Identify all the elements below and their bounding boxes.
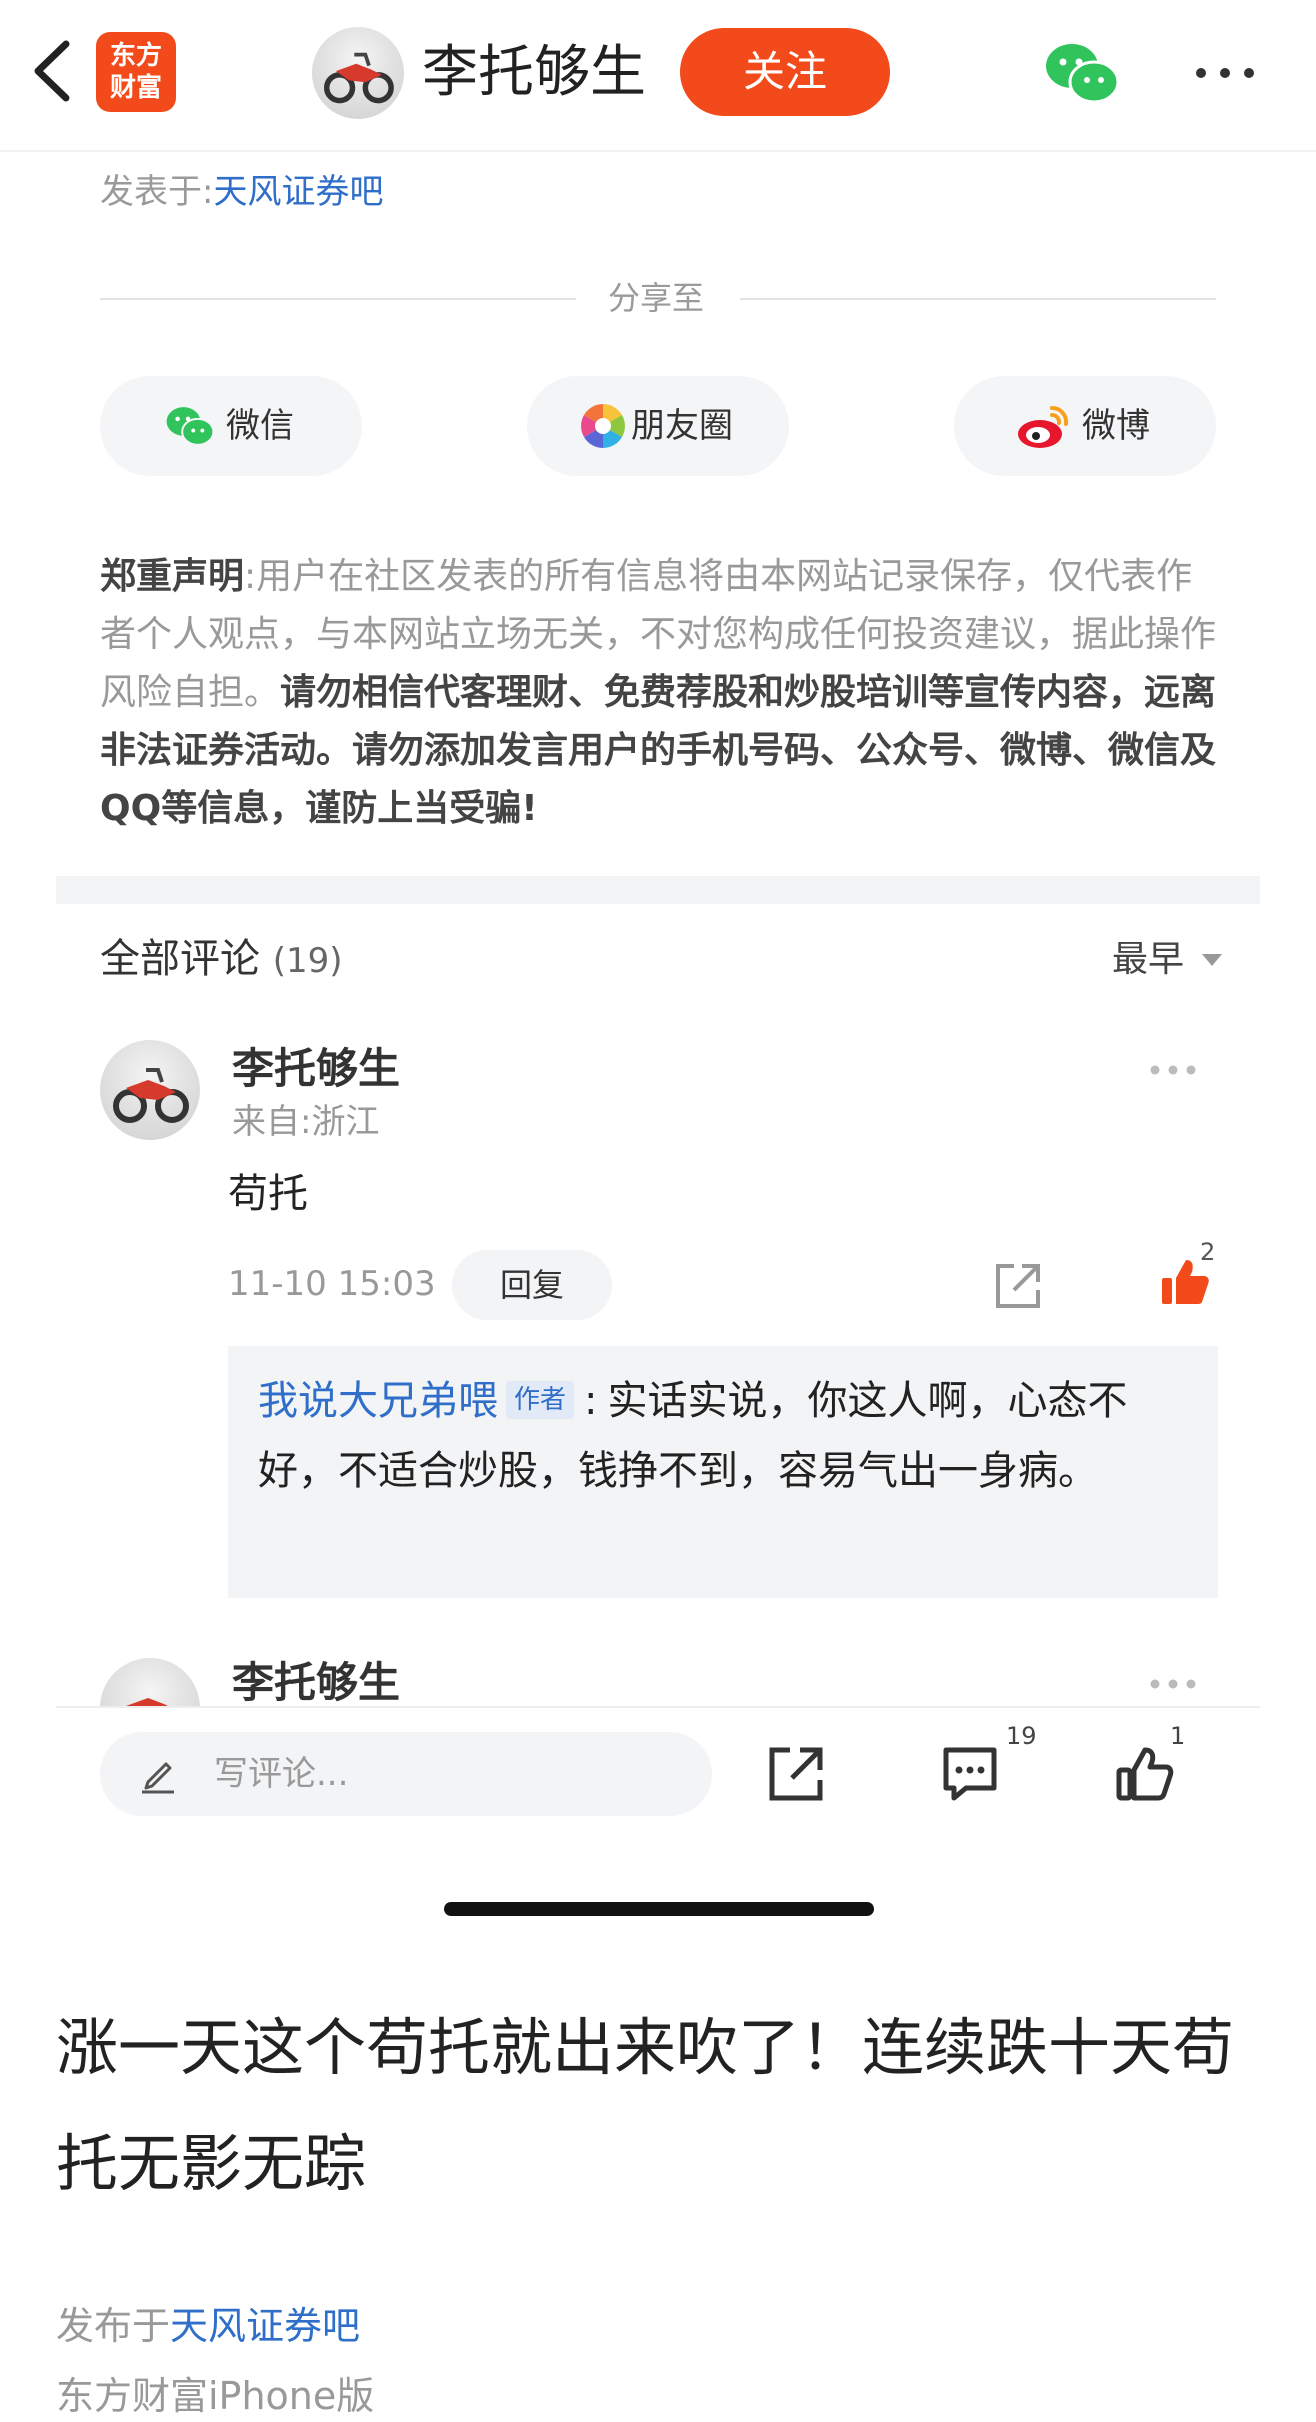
share-option-label: 微信 — [226, 406, 294, 446]
bottom-action-bar: 写评论... 19 1 — [0, 1708, 1316, 1836]
comment-author[interactable]: 李托够生 — [232, 1042, 400, 1096]
comment-item: 李托够生 — [0, 1650, 1316, 1708]
comment-location: 来自:浙江 — [232, 1102, 380, 1142]
moments-icon — [579, 402, 631, 450]
reply-author[interactable]: 我说大兄弟喂 — [258, 1378, 498, 1424]
comments-header: 全部评论 (19) — [100, 932, 343, 988]
share-option-label: 朋友圈 — [631, 406, 733, 446]
forum-link[interactable]: 天风证券吧 — [170, 2304, 360, 2348]
app-logo[interactable]: 东方 财富 — [96, 32, 176, 112]
disclaimer: 郑重声明:用户在社区发表的所有信息将由本网站记录保存，仅代表作者个人观点，与本网… — [100, 548, 1224, 838]
home-indicator[interactable] — [444, 1902, 874, 1916]
sort-dropdown[interactable]: 最早 — [1112, 936, 1184, 984]
section-separator — [56, 876, 1260, 904]
back-icon[interactable] — [22, 36, 82, 106]
chevron-down-icon[interactable] — [1202, 954, 1222, 966]
like-count: 2 — [1200, 1238, 1216, 1266]
disclaimer-colon: : — [244, 556, 257, 597]
share-icon[interactable] — [992, 1260, 1044, 1312]
article-title: 涨一天这个苟托就出来吹了！连续跌十天苟托无影无踪 — [56, 2011, 1235, 2200]
share-weibo-button[interactable]: 微博 — [954, 376, 1216, 476]
wechat-icon[interactable] — [1042, 38, 1122, 108]
comment-time: 11-10 15:03 — [228, 1264, 436, 1304]
disclaimer-heading: 郑重声明 — [100, 556, 245, 597]
share-title: 分享至 — [608, 279, 705, 317]
comment-body: 苟托 — [228, 1171, 308, 1217]
wechat-icon — [164, 402, 216, 450]
reply-button[interactable]: 回复 — [452, 1250, 612, 1320]
comment-input[interactable]: 写评论... — [100, 1732, 712, 1816]
divider — [100, 298, 576, 300]
comments-title: 全部评论 — [100, 936, 260, 982]
avatar[interactable] — [312, 27, 404, 119]
share-icon[interactable] — [766, 1744, 826, 1804]
top-navigation-bar: 东方 财富 李托够生 关注 — [0, 0, 1316, 152]
reply-content: 我说大兄弟喂 作者: 实话实说，你这人啊，心态不好，不适合炒股，钱挣不到，容易气出一… — [258, 1366, 1188, 1506]
article-published-info: 发布于天风证券吧 — [56, 2300, 360, 2352]
avatar[interactable] — [100, 1658, 200, 1708]
pencil-icon — [138, 1754, 178, 1794]
more-icon[interactable] — [1148, 1062, 1198, 1076]
comment-placeholder: 写评论... — [214, 1754, 349, 1794]
follow-button[interactable]: 关注 — [680, 28, 890, 116]
more-icon[interactable] — [1190, 58, 1260, 88]
article-client: 东方财富iPhone版 — [56, 2374, 375, 2418]
share-moments-button[interactable]: 朋友圈 — [527, 376, 789, 476]
reply-separator: : — [584, 1378, 598, 1424]
like-count: 1 — [1170, 1722, 1186, 1750]
reply-thread: 我说大兄弟喂 作者: 实话实说，你这人啊，心态不好，不适合炒股，钱挣不到，容易气出一… — [228, 1346, 1218, 1598]
comment-icon[interactable] — [940, 1744, 1000, 1804]
comment-count: 19 — [1006, 1722, 1037, 1750]
author-badge: 作者 — [506, 1381, 575, 1419]
published-prefix: 发布于 — [56, 2304, 171, 2348]
comment-author[interactable]: 李托够生 — [232, 1656, 400, 1708]
share-wechat-button[interactable]: 微信 — [100, 376, 362, 476]
forum-link[interactable]: 天风证券吧 — [213, 172, 383, 212]
more-icon[interactable] — [1148, 1676, 1198, 1690]
post-published-info: 发表于:天风证券吧 — [100, 170, 383, 214]
share-option-label: 微博 — [1082, 406, 1150, 446]
comments-count: (19) — [272, 941, 343, 981]
divider — [740, 298, 1216, 300]
page-title-username[interactable]: 李托够生 — [422, 38, 646, 108]
like-icon[interactable] — [1114, 1744, 1174, 1804]
published-prefix: 发表于: — [100, 172, 214, 212]
weibo-icon — [1016, 402, 1069, 450]
avatar[interactable] — [100, 1040, 200, 1140]
